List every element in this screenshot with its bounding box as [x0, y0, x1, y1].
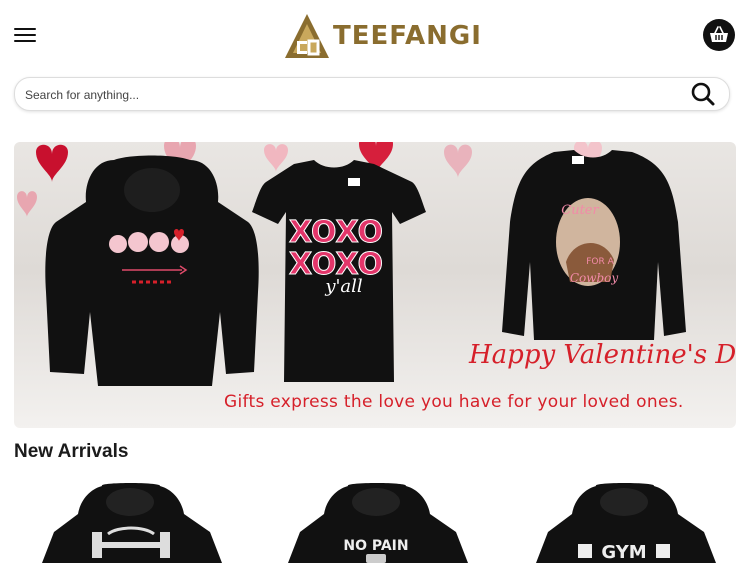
- valentines-promo-banner[interactable]: XOXO XOXO y'all Cuter FOR A Cowboy Happy…: [14, 142, 736, 428]
- sweatshirt-product-image: Cuter FOR A Cowboy: [502, 150, 686, 340]
- product-3-print-text: GYM: [601, 542, 646, 563]
- brand-name: TEEFANGI: [333, 21, 482, 51]
- search-bar: [14, 77, 730, 111]
- product-card-1[interactable]: [42, 482, 222, 563]
- banner-subtitle: Gifts express the love you have for your…: [224, 392, 684, 412]
- hoodie-no-pain-product-image: NO PAIN: [288, 483, 468, 563]
- hoodie-product-image: [45, 155, 259, 386]
- tshirt-product-image: XOXO XOXO y'all: [252, 160, 426, 382]
- svg-text:FOR A: FOR A: [586, 257, 614, 267]
- hoodie-gym-product-image: GYM: [536, 483, 716, 563]
- site-header: TEEFANGI: [0, 0, 750, 72]
- svg-text:XOXO: XOXO: [289, 215, 383, 250]
- product-card-3[interactable]: GYM: [536, 482, 716, 563]
- search-icon[interactable]: [689, 81, 717, 107]
- product-card-2[interactable]: NO PAIN: [288, 482, 468, 563]
- product-2-print-text: NO PAIN: [343, 538, 408, 554]
- hoodie-barbell-product-image: [42, 483, 222, 563]
- logo-mark-icon: [285, 14, 329, 58]
- svg-text:Cowboy: Cowboy: [570, 271, 619, 285]
- new-arrivals-heading: New Arrivals: [14, 441, 129, 462]
- svg-text:Cuter: Cuter: [561, 203, 599, 218]
- shopping-basket-icon[interactable]: [703, 19, 735, 51]
- banner-title: Happy Valentine's Day: [469, 340, 736, 370]
- brand-logo[interactable]: TEEFANGI: [283, 12, 482, 60]
- search-input[interactable]: [23, 84, 667, 106]
- svg-text:y'all: y'all: [324, 276, 363, 297]
- banner-artwork: XOXO XOXO y'all Cuter FOR A Cowboy: [17, 142, 686, 386]
- hamburger-menu-icon[interactable]: [14, 24, 36, 44]
